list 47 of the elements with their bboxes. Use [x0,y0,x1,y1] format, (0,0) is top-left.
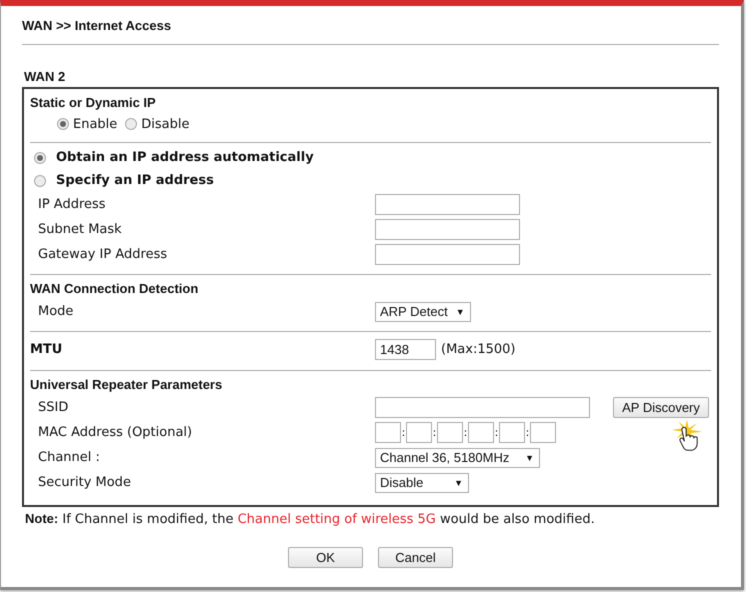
radio-label: Obtain an IP address automatically [56,150,314,165]
input-field[interactable] [406,422,432,443]
field-label: Channel : [37,450,101,465]
separator-text: : [432,426,437,439]
field-label: MTU [30,342,64,356]
cancel-button[interactable]: Cancel [378,547,453,568]
field-label: IP Address [37,197,107,212]
field-label: Security Mode [37,475,132,490]
input-field[interactable] [375,219,520,240]
input-field[interactable] [375,244,520,265]
input-field[interactable] [437,422,463,443]
field-label: Subnet Mask [37,222,123,237]
radio-button[interactable] [125,118,138,130]
input-field[interactable] [530,422,556,443]
section-title: WAN 2 [23,69,66,84]
input-field[interactable] [499,422,525,443]
radio-label: Enable [73,116,118,132]
note-text: Note: If Channel is modified, the Channel setting of wireless 5G would be also modified. [24,511,596,527]
ok-button[interactable]: OK [288,547,363,568]
group-title: Static or Dynamic IP [30,94,157,112]
input-field[interactable] [468,422,494,443]
pointer-hand-icon [670,418,704,452]
dropdown[interactable]: ARP Detect ▼ [375,302,471,322]
separator-text: : [525,426,530,439]
separator-text: : [401,426,406,439]
radio-button[interactable] [34,152,46,164]
input-field[interactable] [375,422,401,443]
dropdown[interactable]: Channel 36, 5180MHz ▼ [375,448,540,468]
hint-text: (Max:1500) [441,342,516,356]
field-label: Gateway IP Address [37,247,168,262]
field-label: Mode [37,304,74,319]
radio-label: Specify an IP address [56,173,214,188]
group-title: Universal Repeater Parameters [30,376,224,394]
separator-text: : [494,426,499,439]
radio-button[interactable] [57,118,69,130]
page-title: WAN >> Internet Access [22,18,719,45]
radio-label: Disable [141,116,190,132]
radio-button[interactable] [34,174,46,186]
field-label: SSID [37,400,70,415]
input-field[interactable] [375,194,520,215]
input-field[interactable]: 1438 [375,338,436,360]
separator-text: : [463,426,468,439]
dropdown[interactable]: Disable ▼ [375,472,469,492]
field-label: MAC Address (Optional) [37,425,194,440]
input-field[interactable] [375,397,590,418]
ap-discovery-button[interactable]: AP Discovery [613,397,709,418]
group-title: WAN Connection Detection [30,280,200,298]
